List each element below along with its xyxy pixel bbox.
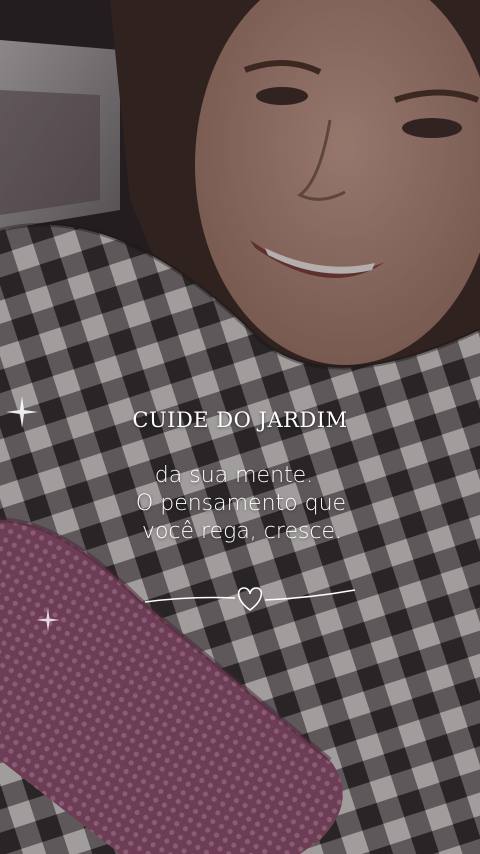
heart-divider-icon [144, 587, 356, 611]
quote-line: da sua mente. [154, 463, 314, 488]
quote-body: da sua mente. O pensamento que você rega… [0, 462, 480, 546]
sparkle-icon [36, 608, 60, 632]
quote-line: O pensamento que [135, 491, 347, 516]
quote-line: você rega, cresce. [141, 519, 343, 544]
quote-title: CUIDE DO JARDIM [132, 408, 348, 432]
